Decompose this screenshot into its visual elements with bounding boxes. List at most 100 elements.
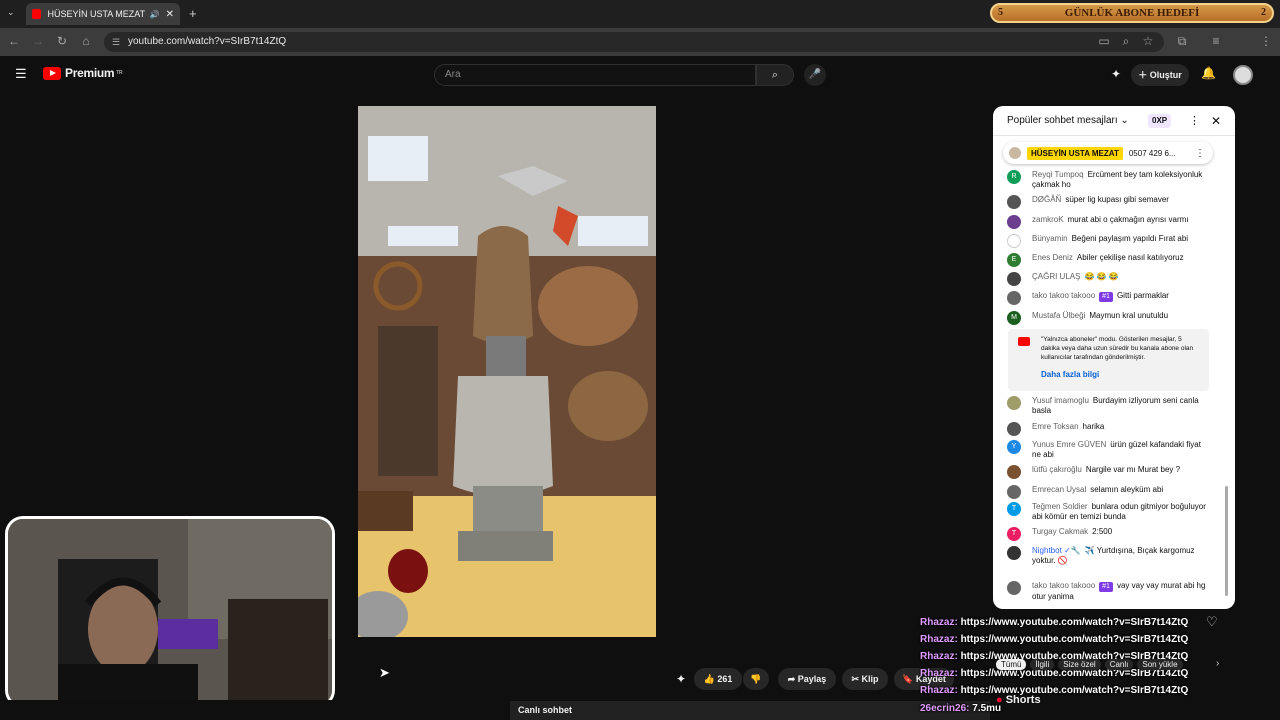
chat-avatar[interactable] [1007, 465, 1021, 479]
search-button[interactable]: ⌕ [756, 64, 794, 86]
chat-author[interactable]: ÇAĞRI ULAŞ [1032, 272, 1080, 281]
chat-avatar[interactable] [1007, 195, 1021, 209]
chat-avatar[interactable]: M [1007, 311, 1021, 325]
chat-message[interactable]: Y Yunus Emre GÜVEN ürün güzel kafandaki fi… [1007, 440, 1207, 460]
chat-author[interactable]: lütfü çakıroğlu [1032, 465, 1082, 474]
chat-avatar[interactable] [1007, 422, 1021, 436]
bookmark-star-icon[interactable]: ☆ [1140, 34, 1156, 48]
voice-search-button[interactable]: 🎤 [804, 64, 826, 86]
chat-avatar[interactable]: E [1007, 253, 1021, 267]
chat-avatar[interactable] [1007, 291, 1021, 305]
chat-message[interactable]: zamkroK murat abi o çakmağın ayrısı varmı [1007, 215, 1207, 229]
chat-avatar[interactable]: T [1007, 527, 1021, 541]
zoom-icon[interactable]: ⌕ [1118, 34, 1134, 49]
chat-message[interactable]: Emrecan Uysal selamın aleyküm abi [1007, 485, 1207, 499]
chat-message[interactable]: Bünyamin Beğeni paylaşım yapıldı Fırat ab… [1007, 234, 1207, 248]
chat-scrollbar[interactable] [1225, 486, 1228, 596]
filter-chip[interactable]: Canlı [1104, 659, 1134, 670]
url-field[interactable]: ☰ youtube.com/watch?v=SIrB7t14ZtQ [104, 32, 1164, 52]
chat-message[interactable]: Yusuf imamoglu Burdayim izliyorum seni ca… [1007, 396, 1207, 416]
more-info-link[interactable]: Daha fazla bilgi [1041, 370, 1201, 379]
chat-message[interactable]: ÇAĞRI ULAŞ 😂 😂 😂 [1007, 272, 1207, 286]
video-player[interactable] [358, 106, 656, 637]
share-button[interactable]: ➦ Paylaş [778, 668, 836, 690]
chat-avatar[interactable] [1007, 581, 1021, 595]
chat-avatar[interactable]: Y [1007, 440, 1021, 454]
chat-author[interactable]: Enes Deniz [1032, 253, 1073, 262]
new-tab-icon[interactable]: + [189, 6, 197, 21]
cast-icon[interactable]: ✦ [1111, 67, 1121, 81]
extensions-icon[interactable]: ⧉ [1174, 34, 1190, 49]
chat-close-icon[interactable]: ✕ [1211, 106, 1221, 136]
chat-message[interactable]: DØĞÅÑ süper lig kupası gibi semaver [1007, 195, 1207, 209]
chat-author[interactable]: Mustafa Ülbeği [1032, 311, 1085, 320]
tab-menu-icon[interactable]: ⌄ [7, 7, 15, 18]
chat-avatar[interactable] [1007, 396, 1021, 410]
chat-avatar[interactable] [1007, 485, 1021, 499]
chevron-down-icon[interactable]: ⌄ [1120, 115, 1128, 126]
chat-author[interactable]: tako takoo takooo [1032, 581, 1095, 590]
install-icon[interactable]: ▭ [1096, 34, 1112, 48]
chat-message[interactable]: R Reyqi Tumpoq Ercüment bey tam koleksiyon… [1007, 170, 1207, 190]
hamburger-menu-icon[interactable]: ☰ [15, 66, 27, 82]
search-input[interactable]: Ara [434, 64, 756, 86]
chat-avatar[interactable] [1007, 215, 1021, 229]
clip-button[interactable]: ✂ Klip [842, 668, 888, 690]
chat-author[interactable]: tako takoo takooo [1032, 291, 1095, 300]
tab-close-icon[interactable]: ✕ [166, 9, 174, 20]
chat-author[interactable]: Nightbot ✓🔧 [1032, 546, 1081, 555]
chat-author[interactable]: zamkroK [1032, 215, 1064, 224]
pinned-more-icon[interactable]: ⋮ [1195, 148, 1205, 159]
filters-next-icon[interactable]: › [1216, 658, 1219, 669]
chat-message[interactable]: lütfü çakıroğlu Nargile var mı Murat bey … [1007, 465, 1207, 479]
channel-shorts-icon[interactable]: ✦ [676, 672, 686, 686]
shorts-label[interactable]: ● Shorts [996, 694, 1041, 706]
chat-avatar[interactable] [1007, 546, 1021, 560]
chat-message[interactable]: T Teğmen Soldier bunlara odun gitmiyor boğ… [1007, 502, 1207, 522]
chat-author[interactable]: Reyqi Tumpoq [1032, 170, 1084, 179]
chat-message[interactable]: Nightbot ✓🔧 ✈️ Yurtdışına, Bıçak kargomuz… [1007, 546, 1207, 566]
back-icon[interactable]: ← [6, 34, 22, 48]
live-chat-button[interactable]: Canlı sohbet [510, 701, 990, 720]
chat-message[interactable]: E Enes Deniz Abiler çekilişe nasıl katılıy… [1007, 253, 1207, 267]
heart-icon[interactable]: ♡ [1206, 614, 1218, 630]
chat-message[interactable]: T Turgay Cakmak 2:500 [1007, 527, 1207, 541]
account-avatar[interactable] [1233, 65, 1253, 85]
filter-chip[interactable]: İlgili [1030, 659, 1055, 670]
chat-avatar[interactable] [1007, 234, 1021, 248]
xp-badge[interactable]: 0XP [1148, 114, 1172, 128]
chat-message[interactable]: Emre Toksan harika [1007, 422, 1207, 436]
youtube-premium-logo[interactable]: Premium TR [43, 66, 123, 80]
chat-more-icon[interactable]: ⋮ [1189, 106, 1200, 136]
forward-icon[interactable]: → [30, 34, 46, 48]
browser-menu-icon[interactable]: ⋮ [1258, 34, 1274, 48]
chat-message[interactable]: tako takoo takooo #1 Gitti parmaklar [1007, 291, 1207, 305]
site-info-icon[interactable]: ☰ [112, 32, 120, 52]
dislike-button[interactable]: 👎 [743, 668, 769, 690]
browser-tab[interactable]: HÜSEYİN USTA MEZAT kan 🔊 ✕ [26, 3, 180, 25]
chat-message[interactable]: tako takoo takooo #1 vay vay vay murat abi… [1007, 581, 1207, 602]
chat-author[interactable]: Bünyamin [1032, 234, 1068, 243]
filter-chip[interactable]: Son yükle [1137, 659, 1183, 670]
home-icon[interactable]: ⌂ [78, 34, 94, 48]
notifications-bell-icon[interactable]: 🔔 [1201, 66, 1216, 80]
chat-author[interactable]: Emre Toksan [1032, 422, 1079, 431]
chat-author[interactable]: Emrecan Uysal [1032, 485, 1086, 494]
chat-author[interactable]: Turgay Cakmak [1032, 527, 1088, 536]
chat-author[interactable]: DØĞÅÑ [1032, 195, 1061, 204]
chat-avatar[interactable]: R [1007, 170, 1021, 184]
like-button[interactable]: 👍 261 [694, 668, 742, 690]
media-controls-icon[interactable]: ≡ [1208, 34, 1224, 48]
filter-chip[interactable]: Tümü [996, 659, 1027, 670]
chat-author[interactable]: Yunus Emre GÜVEN [1032, 440, 1106, 449]
create-button[interactable]: ＋ Oluştur [1131, 64, 1189, 86]
reload-icon[interactable]: ↻ [54, 34, 70, 48]
chat-author[interactable]: Yusuf imamoglu [1032, 396, 1089, 405]
chat-mode-dropdown[interactable]: Popüler sohbet mesajları [1007, 115, 1118, 126]
chat-avatar[interactable]: T [1007, 502, 1021, 516]
pinned-message[interactable]: HÜSEYİN USTA MEZAT 0507 429 6... ⋮ [1003, 142, 1213, 164]
chat-author[interactable]: Teğmen Soldier [1032, 502, 1088, 511]
speaker-icon[interactable]: 🔊 [150, 10, 160, 19]
chat-message[interactable]: M Mustafa Ülbeği Maymun kral unutuldu [1007, 311, 1207, 325]
filter-chip[interactable]: Size özel [1058, 659, 1101, 670]
